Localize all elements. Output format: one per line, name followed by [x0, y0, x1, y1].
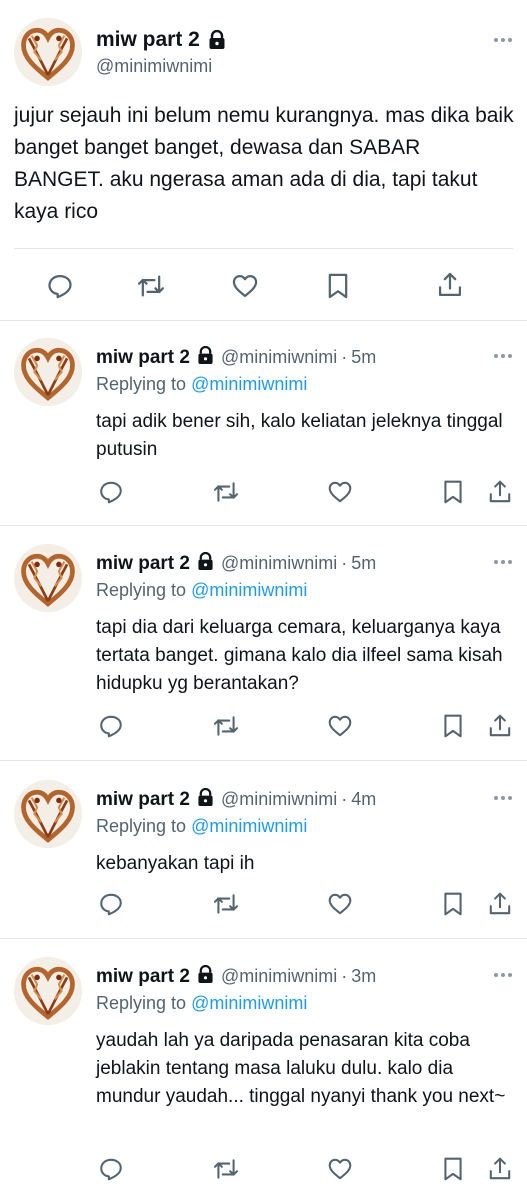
retweet-icon[interactable]	[212, 891, 240, 917]
lock-icon	[197, 552, 214, 571]
divider	[0, 320, 527, 321]
replying-to-label: Replying to	[96, 374, 187, 394]
share-icon[interactable]	[436, 270, 464, 300]
author-name[interactable]: miw part 2	[96, 347, 190, 369]
reply-icon[interactable]	[98, 713, 124, 739]
share-icon[interactable]	[487, 478, 513, 506]
reply-icon[interactable]	[98, 1156, 124, 1182]
author-handle[interactable]: @minimiwnimi	[221, 553, 337, 574]
author-handle[interactable]: @minimiwnimi	[221, 966, 337, 987]
divider	[14, 248, 513, 249]
reply-icon[interactable]	[98, 479, 124, 505]
replying-to-label: Replying to	[96, 816, 187, 836]
timestamp[interactable]: 4m	[351, 789, 376, 810]
dot-separator: ·	[341, 553, 348, 573]
tweet-text: tapi adik bener sih, kalo keliatan jelek…	[96, 411, 503, 460]
avatar[interactable]	[14, 18, 82, 86]
divider	[0, 760, 527, 761]
author-name[interactable]: miw part 2	[96, 553, 190, 575]
mention-link[interactable]: @minimiwnimi	[191, 816, 307, 836]
bookmark-icon[interactable]	[324, 272, 352, 300]
lock-icon	[197, 788, 214, 807]
like-icon[interactable]	[326, 1156, 354, 1182]
share-icon[interactable]	[487, 1155, 513, 1183]
author-name[interactable]: miw part 2	[96, 789, 190, 811]
reply-header: miw part 2 @minimiwnimi · 3m	[96, 963, 376, 988]
like-icon[interactable]	[326, 891, 354, 917]
more-options-icon[interactable]	[494, 790, 512, 806]
bookmark-icon[interactable]	[440, 479, 466, 505]
more-options-icon[interactable]	[494, 32, 512, 48]
replying-to: Replying to @minimiwnimi	[96, 816, 307, 837]
lock-icon	[197, 965, 214, 984]
replying-to: Replying to @minimiwnimi	[96, 580, 307, 601]
author-handle[interactable]: @minimiwnimi	[96, 56, 212, 77]
more-options-icon[interactable]	[494, 554, 512, 570]
timestamp[interactable]: 5m	[351, 553, 376, 574]
tweet-text: kebanyakan tapi ih	[96, 853, 255, 874]
reply-header: miw part 2 @minimiwnimi · 5m	[96, 344, 376, 369]
like-icon[interactable]	[326, 713, 354, 739]
tweet-text: yaudah lah ya daripada penasaran kita co…	[96, 1030, 506, 1107]
avatar[interactable]	[14, 544, 82, 612]
avatar[interactable]	[14, 780, 82, 848]
divider	[0, 525, 527, 526]
avatar[interactable]	[14, 957, 82, 1025]
retweet-icon[interactable]	[136, 272, 166, 300]
replying-to-label: Replying to	[96, 993, 187, 1013]
author-name[interactable]: miw part 2	[96, 28, 226, 52]
tweet-text: tapi dia dari keluarga cemara, keluargan…	[96, 617, 503, 694]
like-icon[interactable]	[230, 272, 260, 300]
timestamp[interactable]: 5m	[351, 347, 376, 368]
author-name[interactable]: miw part 2	[96, 966, 190, 988]
reply-icon[interactable]	[98, 891, 124, 917]
lock-icon	[197, 346, 214, 365]
mention-link[interactable]: @minimiwnimi	[191, 374, 307, 394]
avatar[interactable]	[14, 338, 82, 406]
share-icon[interactable]	[487, 712, 513, 740]
retweet-icon[interactable]	[212, 479, 240, 505]
author-name-text: miw part 2	[96, 28, 200, 51]
retweet-icon[interactable]	[212, 1156, 240, 1182]
reply-header: miw part 2 @minimiwnimi · 5m	[96, 550, 376, 575]
tweet-text: jujur sejauh ini belum nemu kurangnya. m…	[14, 104, 514, 223]
reply-header: miw part 2 @minimiwnimi · 4m	[96, 786, 376, 811]
author-handle[interactable]: @minimiwnimi	[221, 789, 337, 810]
replying-to: Replying to @minimiwnimi	[96, 993, 307, 1014]
lock-icon	[208, 30, 226, 50]
more-options-icon[interactable]	[494, 967, 512, 983]
retweet-icon[interactable]	[212, 713, 240, 739]
like-icon[interactable]	[326, 479, 354, 505]
mention-link[interactable]: @minimiwnimi	[191, 580, 307, 600]
bookmark-icon[interactable]	[440, 891, 466, 917]
bookmark-icon[interactable]	[440, 713, 466, 739]
dot-separator: ·	[341, 347, 348, 367]
replying-to: Replying to @minimiwnimi	[96, 374, 307, 395]
divider	[0, 938, 527, 939]
dot-separator: ·	[341, 789, 348, 809]
timestamp[interactable]: 3m	[351, 966, 376, 987]
dot-separator: ·	[341, 966, 348, 986]
more-options-icon[interactable]	[494, 348, 512, 364]
bookmark-icon[interactable]	[440, 1156, 466, 1182]
replying-to-label: Replying to	[96, 580, 187, 600]
mention-link[interactable]: @minimiwnimi	[191, 993, 307, 1013]
author-handle[interactable]: @minimiwnimi	[221, 347, 337, 368]
share-icon[interactable]	[487, 890, 513, 918]
reply-icon[interactable]	[46, 272, 74, 300]
